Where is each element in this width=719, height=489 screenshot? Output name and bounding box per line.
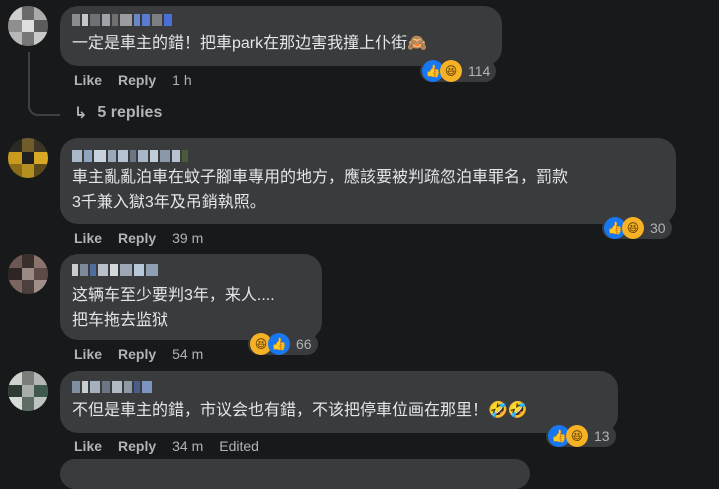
reaction-summary[interactable]: 👍 😆 13 [546,425,616,447]
reaction-summary[interactable]: 👍 😆 30 [602,217,672,239]
comment-actions: Like Reply 1 h [74,72,192,88]
like-icon: 👍 [268,333,290,355]
avatar[interactable] [8,254,48,294]
comment-bubble: 一定是車主的錯！把車park在那边害我撞上仆街🙈 [60,6,502,66]
comment-bubble [60,459,530,489]
reply-arrow-icon: ↳ [74,105,88,122]
like-link[interactable]: Like [74,72,102,88]
reply-link[interactable]: Reply [118,72,156,88]
comment-text: 不但是車主的錯，市议会也有錯，不该把停車位画在那里！🤣🤣 [72,402,528,419]
comment-text: 一定是車主的錯！把車park在那边害我撞上仆街🙈 [72,35,428,52]
comment-text: 这辆车至少要判3年，来人.... [72,287,275,304]
comment-bubble: 車主亂亂泊車在蚊子腳車專用的地方，應該要被判疏忽泊車罪名，罰款 3千兼入獄3年及… [60,138,676,224]
reply-link[interactable]: Reply [118,230,156,246]
comment-bubble: 这辆车至少要判3年，来人.... 把车拖去监狱 [60,254,322,340]
like-link[interactable]: Like [74,438,102,454]
view-replies-link[interactable]: ↳ 5 replies [74,103,162,123]
reaction-count: 66 [296,336,312,352]
timestamp[interactable]: 54 m [172,346,203,362]
comment-actions: Like Reply 54 m [74,346,203,362]
comment-text: 把车拖去监狱 [72,312,169,329]
avatar[interactable] [8,138,48,178]
comment-actions: Like Reply 39 m [74,230,203,246]
haha-icon: 😆 [440,60,462,82]
blurred-author-name[interactable] [72,381,152,393]
timestamp[interactable]: 1 h [172,72,191,88]
timestamp[interactable]: 39 m [172,230,203,246]
comment-bubble: 不但是車主的錯，市议会也有錯，不该把停車位画在那里！🤣🤣 [60,371,618,433]
reaction-summary[interactable]: 😆 👍 66 [248,333,318,355]
blurred-author-name[interactable] [72,14,172,26]
reaction-count: 114 [468,63,491,79]
haha-icon: 😆 [622,217,644,239]
blurred-author-name[interactable] [72,264,158,276]
reaction-count: 30 [650,220,666,236]
blurred-author-name[interactable] [72,150,188,162]
reply-link[interactable]: Reply [118,346,156,362]
edited-label[interactable]: Edited [219,438,259,454]
reaction-summary[interactable]: 👍 😆 114 [420,60,497,82]
avatar[interactable] [8,6,48,46]
reply-link[interactable]: Reply [118,438,156,454]
like-link[interactable]: Like [74,346,102,362]
reaction-count: 13 [594,428,610,444]
comment-text: 車主亂亂泊車在蚊子腳車專用的地方，應該要被判疏忽泊車罪名，罰款 [72,169,569,186]
comment-actions: Like Reply 34 m Edited [74,438,259,454]
thread-line [28,52,60,116]
timestamp[interactable]: 34 m [172,438,203,454]
avatar[interactable] [8,371,48,411]
comment-text: 3千兼入獄3年及吊銷執照。 [72,194,266,211]
like-link[interactable]: Like [74,230,102,246]
haha-icon: 😆 [566,425,588,447]
